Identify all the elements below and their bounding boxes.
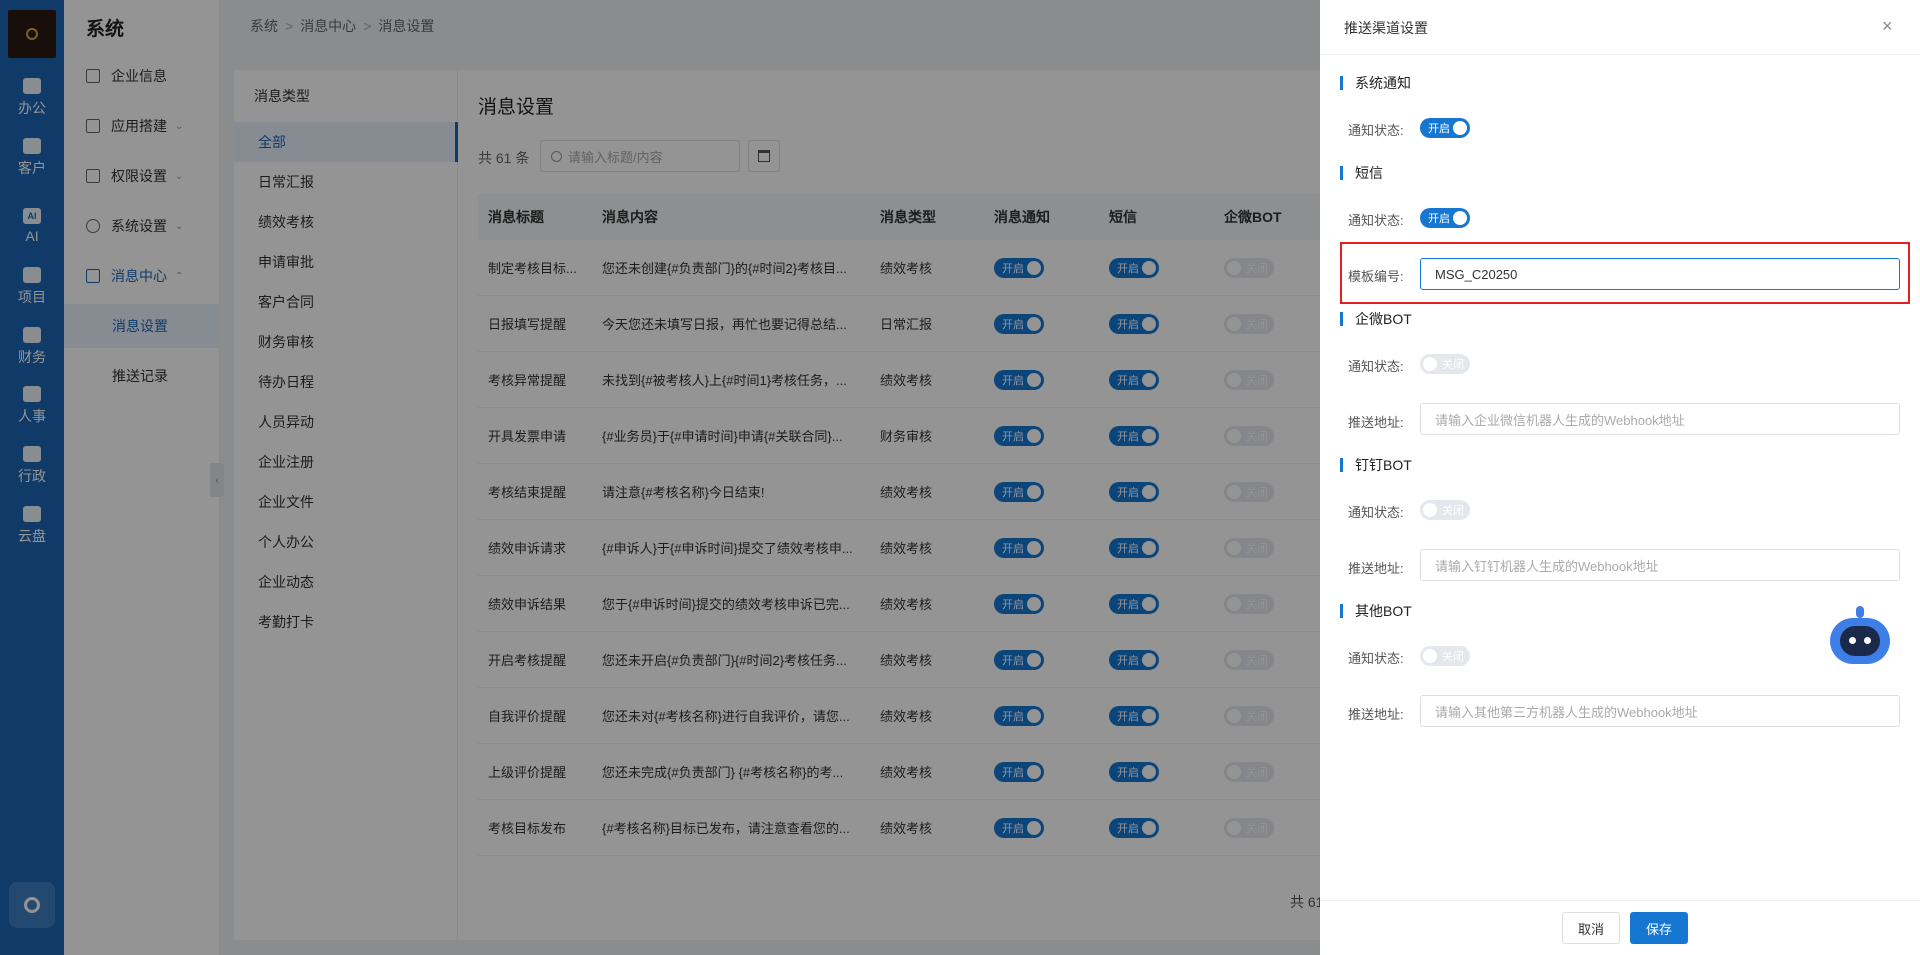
address-label: 推送地址:	[1348, 707, 1404, 722]
other-webhook-input[interactable]: 请输入其他第三方机器人生成的Webhook地址	[1420, 695, 1900, 727]
other-notify-toggle[interactable]: 关闭	[1420, 646, 1470, 666]
drawer-footer-divider	[1320, 900, 1920, 901]
status-label: 通知状态:	[1348, 359, 1404, 374]
robot-eye	[1849, 637, 1856, 644]
switch-label: 开启	[1420, 118, 1470, 138]
section-title-system: 系统通知	[1340, 76, 1411, 90]
template-id-input[interactable]: MSG_C20250	[1420, 258, 1900, 290]
switch-label: 关闭	[1420, 500, 1470, 520]
save-button[interactable]: 保存	[1630, 912, 1688, 944]
switch-label: 关闭	[1420, 354, 1470, 374]
robot-face	[1840, 626, 1880, 656]
push-channel-drawer: 推送渠道设置 × 系统通知 通知状态: 开启 短信 通知状态: 开启 模板编号:…	[1320, 0, 1920, 955]
wecom-webhook-input[interactable]: 请输入企业微信机器人生成的Webhook地址	[1420, 403, 1900, 435]
status-label: 通知状态:	[1348, 213, 1404, 228]
system-notify-toggle[interactable]: 开启	[1420, 118, 1470, 138]
section-title-sms: 短信	[1340, 166, 1383, 180]
close-icon[interactable]: ×	[1882, 16, 1893, 37]
status-label: 通知状态:	[1348, 651, 1404, 666]
drawer-title: 推送渠道设置	[1344, 20, 1428, 36]
section-title-wecom: 企微BOT	[1340, 312, 1412, 326]
robot-antenna	[1856, 606, 1864, 618]
status-label: 通知状态:	[1348, 505, 1404, 520]
wecom-notify-toggle[interactable]: 关闭	[1420, 354, 1470, 374]
address-label: 推送地址:	[1348, 415, 1404, 430]
switch-label: 关闭	[1420, 646, 1470, 666]
dingtalk-webhook-input[interactable]: 请输入钉钉机器人生成的Webhook地址	[1420, 549, 1900, 581]
section-title-other: 其他BOT	[1340, 604, 1412, 618]
sms-notify-toggle[interactable]: 开启	[1420, 208, 1470, 228]
status-label: 通知状态:	[1348, 123, 1404, 138]
cancel-button[interactable]: 取消	[1562, 912, 1620, 944]
robot-head	[1830, 618, 1890, 664]
assistant-robot-icon[interactable]	[1828, 606, 1892, 670]
template-label: 模板编号:	[1348, 269, 1404, 284]
dingtalk-notify-toggle[interactable]: 关闭	[1420, 500, 1470, 520]
switch-label: 开启	[1420, 208, 1470, 228]
section-title-dingtalk: 钉钉BOT	[1340, 458, 1412, 472]
address-label: 推送地址:	[1348, 561, 1404, 576]
robot-eye	[1864, 637, 1871, 644]
drawer-divider	[1320, 54, 1920, 55]
